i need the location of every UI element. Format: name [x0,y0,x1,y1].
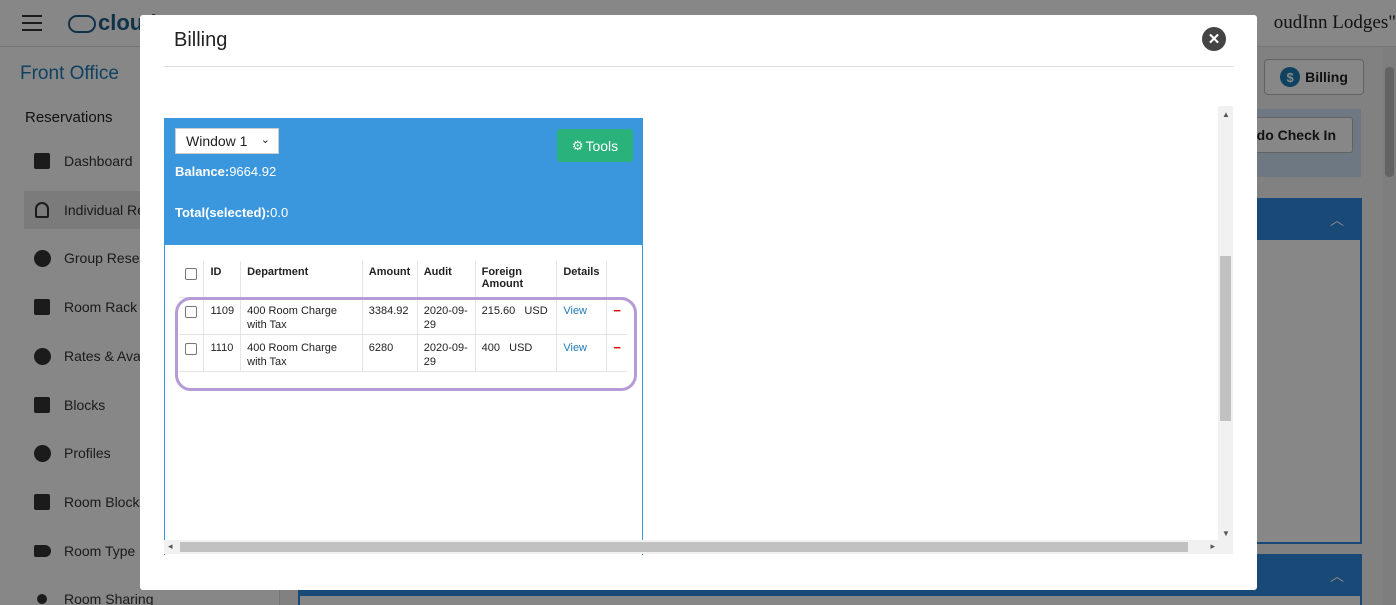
scroll-up-icon[interactable]: ▲ [1222,110,1230,119]
total-selected: Total(selected):0.0 [175,205,289,220]
window-select[interactable]: Window 1 ⌄ [175,128,279,154]
select-all-cell [179,261,205,298]
scroll-left-icon[interactable]: ◂ [168,541,173,552]
scroll-right-icon[interactable]: ▸ [1210,541,1215,552]
divider [164,66,1234,67]
tools-button[interactable]: ⚙ Tools [557,129,633,162]
column-header: ID [203,261,242,298]
column-header: Foreign Amount [475,261,558,298]
column-header: Department [240,261,363,298]
select-all-checkbox[interactable] [185,268,197,280]
gears-icon: ⚙ [571,137,584,153]
selection-highlight [175,297,637,391]
modal-title: Billing [174,29,228,51]
billing-viewport: Window 1 ⌄ ⚙ Tools Balance:9664.92 Total… [164,106,1233,555]
scroll-thumb[interactable] [1220,256,1231,421]
column-header-empty [606,261,627,298]
close-icon[interactable]: ✕ [1202,27,1226,51]
scroll-thumb[interactable] [180,542,1188,552]
vertical-scrollbar[interactable]: ▲ ▼ [1218,106,1233,540]
column-header: Details [556,261,608,298]
column-header: Audit [417,261,476,298]
folio-window: Window 1 ⌄ ⚙ Tools Balance:9664.92 Total… [164,118,643,555]
balance: Balance:9664.92 [175,164,277,179]
scroll-down-icon[interactable]: ▼ [1222,529,1230,538]
folio-header: Window 1 ⌄ ⚙ Tools Balance:9664.92 Total… [165,119,642,245]
column-header: Amount [362,261,418,298]
horizontal-scrollbar[interactable]: ◂ ▸ [164,540,1233,554]
table-header-row: ID Department Amount Audit Foreign Amoun… [179,261,627,298]
chevron-down-icon: ⌄ [260,134,270,146]
billing-modal: Billing ✕ Window 1 ⌄ ⚙ Tools Balance:966… [140,15,1257,590]
